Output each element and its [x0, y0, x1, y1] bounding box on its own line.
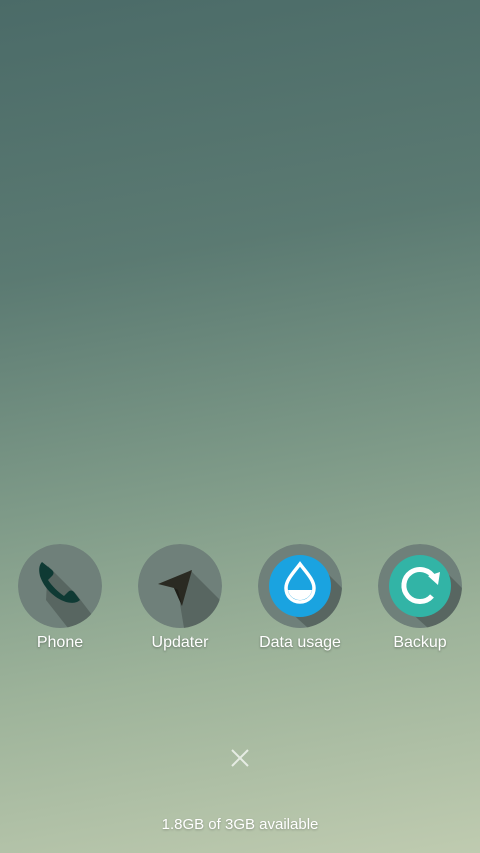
app-data-usage[interactable]: Data usage [240, 544, 360, 664]
clear-all-button[interactable] [226, 744, 254, 772]
backup-icon[interactable] [378, 544, 462, 628]
data-usage-icon[interactable] [258, 544, 342, 628]
app-label-backup: Backup [393, 634, 447, 651]
app-label-phone: Phone [36, 634, 84, 651]
app-label-data-usage: Data usage [259, 634, 341, 651]
updater-icon[interactable] [138, 544, 222, 628]
app-label-updater: Updater [151, 634, 209, 651]
app-backup[interactable]: Backup [360, 544, 480, 664]
recent-apps-row: Phone Updater Data usage Backup [0, 544, 480, 664]
phone-icon[interactable] [18, 544, 102, 628]
app-updater[interactable]: Updater [120, 544, 240, 664]
app-phone[interactable]: Phone [0, 544, 120, 664]
memory-status-text: 1.8GB of 3GB available [161, 816, 319, 833]
close-icon[interactable] [226, 744, 254, 772]
